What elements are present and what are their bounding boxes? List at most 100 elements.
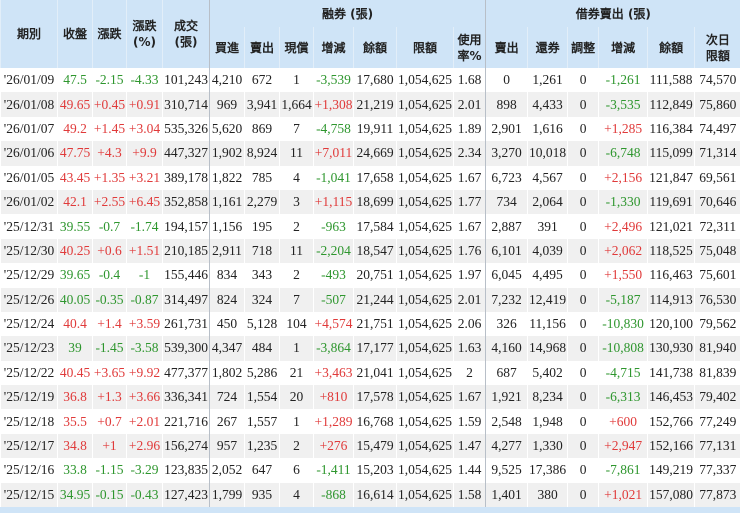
col-short-sell[interactable]: 賣出 <box>244 27 280 68</box>
cell-sbl-next-limit: 81,839 <box>694 360 740 386</box>
col-short-limit[interactable]: 限額 <box>396 27 454 68</box>
col-volume[interactable]: 成交 (張) <box>162 0 210 68</box>
col-short-change[interactable]: 增減 <box>313 27 354 68</box>
cell-short-repay: 2 <box>279 433 314 459</box>
col-change[interactable]: 漲跌 <box>92 0 127 68</box>
cell-sbl-change: -6,313 <box>598 385 648 410</box>
cell-sbl-change: +2,156 <box>598 165 648 190</box>
cell-change: +1.45 <box>92 116 127 142</box>
cell-short-change: -507 <box>313 287 354 312</box>
cell-short-sell: 5,286 <box>244 360 280 386</box>
cell-sbl-next-limit: 74,497 <box>694 116 740 142</box>
cell-sbl-adjust: 0 <box>567 409 599 434</box>
col-date[interactable]: 期別 <box>0 0 58 68</box>
cell-short-repay: 4 <box>279 482 314 508</box>
cell-sbl-balance: 146,453 <box>647 385 695 410</box>
col-short-usage[interactable]: 使用 率% <box>452 27 486 68</box>
cell-volume: 123,835 <box>162 458 210 483</box>
cell-sbl-change: +1,285 <box>598 116 648 142</box>
cell-short-buy: 4,210 <box>209 68 245 93</box>
cell-close: 39 <box>57 336 93 361</box>
cell-change: +3.65 <box>92 360 127 386</box>
cell-sbl-return: 380 <box>527 482 568 508</box>
cell-sbl-change: +2,496 <box>598 214 648 239</box>
col-sbl-adjust[interactable]: 調整 <box>567 27 599 68</box>
cell-volume: 127,423 <box>162 482 210 508</box>
cell-sbl-sell: 2,548 <box>485 409 528 434</box>
cell-sbl-change: -10,830 <box>598 311 648 337</box>
cell-short-balance: 24,669 <box>353 141 397 166</box>
cell-short-limit: 1,054,625 <box>396 482 454 508</box>
cell-short-balance: 17,680 <box>353 68 397 93</box>
cell-sbl-balance: 112,849 <box>647 92 695 117</box>
col-sbl-sell[interactable]: 賣出 <box>485 27 528 68</box>
cell-short-repay: 21 <box>279 360 314 386</box>
cell-change: +1 <box>92 433 127 459</box>
cell-date: '25/12/29 <box>0 263 58 288</box>
col-sbl-change[interactable]: 增減 <box>598 27 648 68</box>
col-short-repay[interactable]: 現償 <box>279 27 314 68</box>
table-row: '26/01/06 47.75 +4.3 +9.9 447,327 1,902 8,924 1… <box>0 141 740 166</box>
cell-sbl-next-limit: 77,873 <box>694 482 740 508</box>
cell-volume: 210,185 <box>162 238 210 264</box>
cell-short-change: +1,115 <box>313 189 354 215</box>
cell-close: 47.75 <box>57 141 93 166</box>
cell-short-balance: 16,614 <box>353 482 397 508</box>
cell-sbl-balance: 121,021 <box>647 214 695 239</box>
cell-change: +0.7 <box>92 409 127 434</box>
cell-close: 49.2 <box>57 116 93 142</box>
cell-short-usage: 1.77 <box>452 189 486 215</box>
cell-sbl-change: -6,748 <box>598 141 648 166</box>
cell-sbl-return: 1,616 <box>527 116 568 142</box>
cell-short-usage: 1.67 <box>452 214 486 239</box>
cell-sbl-adjust: 0 <box>567 311 599 337</box>
cell-sbl-balance: 121,847 <box>647 165 695 190</box>
table-row: '26/01/09 47.5 -2.15 -4.33 101,243 4,210 672 1-… <box>0 68 740 93</box>
cell-short-limit: 1,054,625 <box>396 287 454 312</box>
cell-short-change: +810 <box>313 385 354 410</box>
cell-sbl-balance: 141,738 <box>647 360 695 386</box>
cell-short-limit: 1,054,625 <box>396 385 454 410</box>
cell-sbl-sell: 898 <box>485 92 528 117</box>
cell-short-buy: 1,799 <box>209 482 245 508</box>
cell-sbl-balance: 118,525 <box>647 238 695 264</box>
cell-short-repay: 2 <box>279 263 314 288</box>
cell-date: '26/01/09 <box>0 68 58 93</box>
cell-short-repay: 1,664 <box>279 92 314 117</box>
cell-short-usage: 1.47 <box>452 433 486 459</box>
cell-close: 47.5 <box>57 68 93 93</box>
cell-sbl-return: 14,968 <box>527 336 568 361</box>
col-close[interactable]: 收盤 <box>57 0 93 68</box>
col-sbl-return[interactable]: 還券 <box>527 27 568 68</box>
cell-change: +1.35 <box>92 165 127 190</box>
cell-sbl-balance: 157,080 <box>647 482 695 508</box>
col-change-pct[interactable]: 漲跌 (%) <box>126 0 163 68</box>
cell-short-change: -3,539 <box>313 68 354 93</box>
cell-close: 40.25 <box>57 238 93 264</box>
col-short-balance[interactable]: 餘額 <box>353 27 397 68</box>
cell-short-repay: 11 <box>279 141 314 166</box>
cell-sbl-sell: 2,901 <box>485 116 528 142</box>
cell-close: 40.05 <box>57 287 93 312</box>
cell-volume: 156,274 <box>162 433 210 459</box>
cell-sbl-sell: 687 <box>485 360 528 386</box>
table-row: '25/12/30 40.25 +0.6 +1.51 210,185 2,911 718 11… <box>0 238 740 264</box>
cell-sbl-adjust: 0 <box>567 263 599 288</box>
cell-sbl-adjust: 0 <box>567 385 599 410</box>
cell-sbl-next-limit: 79,562 <box>694 311 740 337</box>
col-sbl-balance[interactable]: 餘額 <box>647 27 695 68</box>
table-row: '25/12/15 34.95 -0.15 -0.43 127,423 1,799 935 4… <box>0 482 740 508</box>
cell-sbl-next-limit: 71,314 <box>694 141 740 166</box>
col-short-buy[interactable]: 買進 <box>209 27 245 68</box>
cell-change-pct: +6.45 <box>126 189 163 215</box>
col-sbl-next-limit[interactable]: 次日 限額 <box>694 27 740 68</box>
cell-sbl-balance: 119,691 <box>647 189 695 215</box>
cell-date: '26/01/07 <box>0 116 58 142</box>
short-group-header: 融券 (張) <box>208 0 486 27</box>
cell-short-buy: 2,911 <box>209 238 245 264</box>
cell-short-change: +1,308 <box>313 92 354 117</box>
cell-sbl-change: +1,021 <box>598 482 648 508</box>
cell-short-limit: 1,054,625 <box>396 263 454 288</box>
cell-sbl-balance: 120,100 <box>647 311 695 337</box>
cell-short-balance: 19,911 <box>353 116 397 142</box>
